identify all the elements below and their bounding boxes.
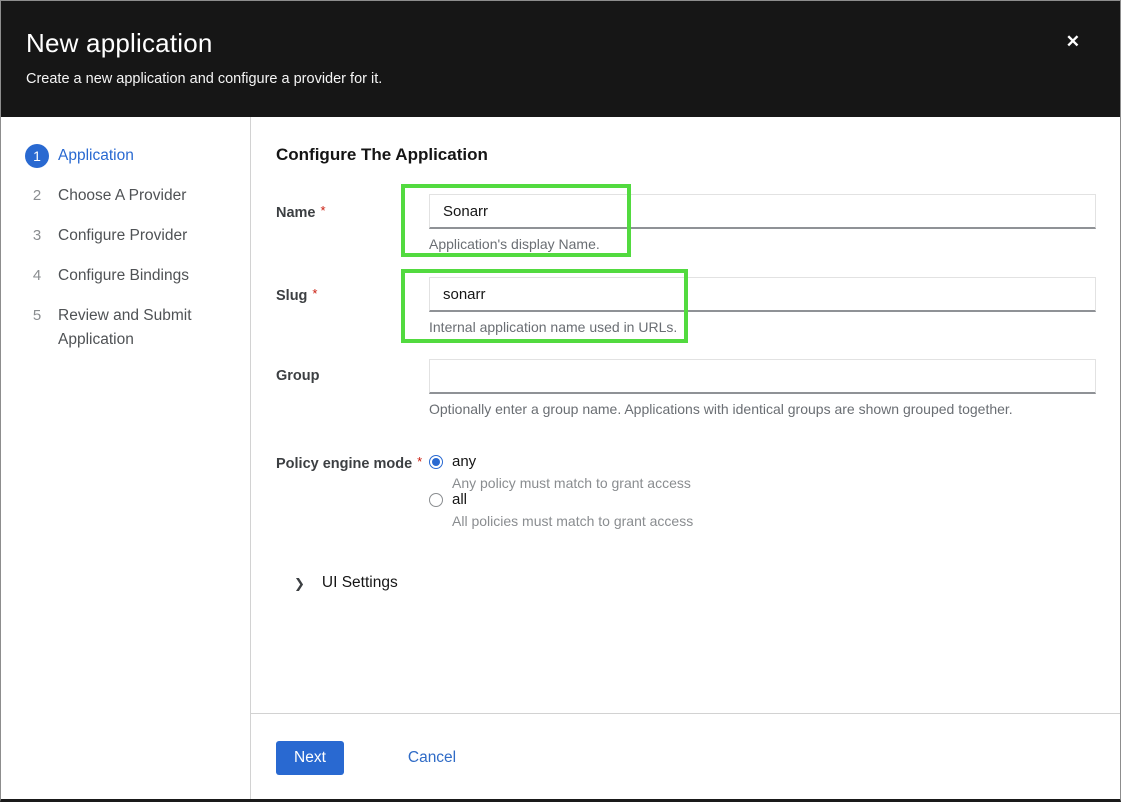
wizard-footer: Next Cancel bbox=[251, 713, 1120, 799]
name-field-cell: Application's display Name. bbox=[429, 194, 1096, 252]
radio-label: any bbox=[452, 453, 476, 470]
step-number-badge: 3 bbox=[25, 224, 49, 248]
name-label: Name* bbox=[276, 194, 429, 252]
group-label: Group bbox=[276, 359, 429, 417]
wizard-subtitle: Create a new application and configure a… bbox=[26, 71, 1060, 87]
required-asterisk: * bbox=[417, 454, 422, 469]
step-number-badge: 1 bbox=[25, 144, 49, 168]
step-number-badge: 2 bbox=[25, 184, 49, 208]
step-label: Application bbox=[58, 144, 134, 168]
page-title: New application bbox=[26, 28, 1060, 59]
step-review-and-submit[interactable]: 5 Review and Submit Application bbox=[25, 304, 230, 352]
group-field-cell: Optionally enter a group name. Applicati… bbox=[429, 359, 1096, 417]
slug-label: Slug* bbox=[276, 277, 429, 335]
step-label: Configure Provider bbox=[58, 224, 187, 248]
close-icon: ✕ bbox=[1066, 32, 1080, 51]
name-help-text: Application's display Name. bbox=[429, 236, 1096, 252]
step-label: Choose A Provider bbox=[58, 184, 186, 208]
radio-option-all[interactable]: all bbox=[429, 491, 1096, 508]
step-choose-a-provider[interactable]: 2 Choose A Provider bbox=[25, 184, 230, 208]
new-application-modal: New application Create a new application… bbox=[0, 0, 1121, 802]
radio-unselected-icon bbox=[429, 493, 443, 507]
radio-option-any[interactable]: any bbox=[429, 453, 1096, 470]
group-field-row: Group Optionally enter a group name. App… bbox=[276, 359, 1096, 417]
policy-engine-mode-options: any Any policy must match to grant acces… bbox=[429, 453, 1096, 529]
group-input[interactable] bbox=[429, 359, 1096, 394]
radio-selected-icon bbox=[429, 455, 443, 469]
name-field-row: Name* Application's display Name. bbox=[276, 194, 1096, 252]
radio-label: all bbox=[452, 491, 467, 508]
step-number-badge: 5 bbox=[25, 304, 49, 328]
step-configure-bindings[interactable]: 4 Configure Bindings bbox=[25, 264, 230, 288]
step-application[interactable]: 1 Application bbox=[25, 144, 230, 168]
application-form: Configure The Application Name* Applicat… bbox=[251, 117, 1120, 713]
required-asterisk: * bbox=[312, 286, 317, 301]
radio-any-help-text: Any policy must match to grant access bbox=[452, 475, 1096, 491]
wizard-content: Configure The Application Name* Applicat… bbox=[251, 117, 1120, 799]
wizard-header: New application Create a new application… bbox=[1, 1, 1120, 117]
form-heading: Configure The Application bbox=[276, 145, 1096, 165]
slug-input[interactable] bbox=[429, 277, 1096, 312]
step-number-badge: 4 bbox=[25, 264, 49, 288]
next-button[interactable]: Next bbox=[276, 741, 344, 775]
step-configure-provider[interactable]: 3 Configure Provider bbox=[25, 224, 230, 248]
slug-help-text: Internal application name used in URLs. bbox=[429, 319, 1096, 335]
chevron-right-icon: ❯ bbox=[294, 577, 305, 590]
required-asterisk: * bbox=[321, 203, 326, 218]
policy-engine-mode-label: Policy engine mode* bbox=[276, 453, 429, 529]
steps-list: 1 Application 2 Choose A Provider 3 Conf… bbox=[25, 144, 230, 352]
ui-settings-label: UI Settings bbox=[322, 574, 398, 592]
name-input[interactable] bbox=[429, 194, 1096, 229]
step-label: Configure Bindings bbox=[58, 264, 189, 288]
close-button[interactable]: ✕ bbox=[1062, 29, 1084, 54]
wizard-steps-nav: 1 Application 2 Choose A Provider 3 Conf… bbox=[1, 117, 251, 799]
group-help-text: Optionally enter a group name. Applicati… bbox=[429, 401, 1096, 417]
slug-field-cell: Internal application name used in URLs. bbox=[429, 277, 1096, 335]
radio-all-help-text: All policies must match to grant access bbox=[452, 513, 1096, 529]
ui-settings-toggle[interactable]: ❯ UI Settings bbox=[276, 574, 1096, 592]
step-label: Review and Submit Application bbox=[58, 304, 200, 352]
slug-field-row: Slug* Internal application name used in … bbox=[276, 277, 1096, 335]
modal-body: 1 Application 2 Choose A Provider 3 Conf… bbox=[1, 117, 1120, 799]
policy-engine-mode-row: Policy engine mode* any Any policy must … bbox=[276, 453, 1096, 529]
cancel-link[interactable]: Cancel bbox=[408, 741, 456, 767]
